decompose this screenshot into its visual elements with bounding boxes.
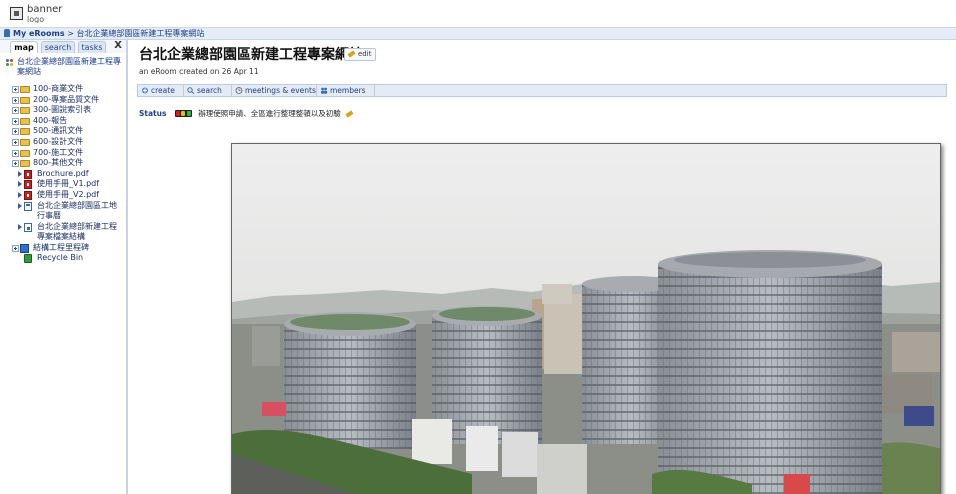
- status-label: Status: [139, 109, 167, 118]
- create-button[interactable]: create: [138, 85, 184, 96]
- tree-item[interactable]: 100-商業文件: [0, 84, 126, 95]
- members-button[interactable]: members: [317, 85, 375, 96]
- expand-icon[interactable]: [12, 138, 19, 146]
- document-icon: [24, 222, 32, 232]
- expand-icon[interactable]: [12, 128, 19, 136]
- main-content: 台北企業總部園區新建工程專案網站 edit an eRoom created o…: [130, 40, 956, 494]
- folder-tree: 100-商業文件 200-專案品質文件 300-圖說索引表 400-報告 500…: [0, 84, 126, 264]
- tree-item[interactable]: 800-其他文件: [0, 158, 126, 169]
- folder-icon: [20, 86, 30, 93]
- expand-icon[interactable]: [12, 149, 19, 157]
- pencil-icon[interactable]: [345, 110, 354, 118]
- status-text: 辦理使照申請、全區進行整理整頓以及初驗: [198, 109, 341, 118]
- page-subtitle: an eRoom created on 26 Apr 11: [139, 67, 259, 76]
- tree-item[interactable]: 使用手冊_V1.pdf: [0, 179, 126, 190]
- sidebar-tabs: map search tasks X: [0, 40, 126, 53]
- calendar-icon: [24, 201, 32, 211]
- recycle-bin-icon: [24, 254, 32, 264]
- pdf-file-icon: [24, 169, 32, 179]
- tab-tasks[interactable]: tasks: [78, 41, 106, 53]
- tree-item[interactable]: Brochure.pdf: [0, 169, 126, 180]
- tree-item[interactable]: 700-施工文件: [0, 148, 126, 159]
- expand-icon[interactable]: [12, 107, 19, 115]
- arrow-icon: [18, 170, 22, 177]
- tree-item[interactable]: 使用手冊_V2.pdf: [0, 190, 126, 201]
- folder-icon: [20, 160, 30, 168]
- expand-icon[interactable]: [12, 96, 19, 104]
- meetings-label: meetings & events: [245, 86, 316, 95]
- pdf-file-icon: [24, 190, 32, 200]
- search-icon: [187, 87, 195, 94]
- pdf-file-icon: [24, 180, 32, 190]
- breadcrumb-home-link[interactable]: My eRooms: [13, 29, 65, 38]
- project-plan-icon: [20, 243, 29, 253]
- sidebar: map search tasks X 台北企業總部園區新建工程專案網站 100-…: [0, 40, 128, 494]
- create-icon: [142, 87, 148, 94]
- banner-text-logo: logo: [27, 16, 45, 23]
- meetings-events-button[interactable]: meetings & events: [232, 85, 317, 96]
- breadcrumb-separator: >: [67, 29, 74, 38]
- tree-item[interactable]: 600-設計文件: [0, 137, 126, 148]
- tab-search[interactable]: search: [41, 41, 75, 53]
- clock-icon: [235, 87, 243, 94]
- banner-text: banner: [27, 4, 63, 15]
- page-title: 台北企業總部園區新建工程專案網站: [139, 47, 363, 63]
- expand-icon[interactable]: [12, 117, 19, 125]
- members-icon: [321, 87, 328, 94]
- tree-item[interactable]: 200-專案品質文件: [0, 95, 126, 106]
- edit-button[interactable]: edit: [344, 48, 377, 61]
- folder-icon: [20, 138, 30, 146]
- search-button[interactable]: search: [184, 85, 232, 96]
- tree-item[interactable]: 結構工程里程碑: [0, 243, 126, 254]
- project-photo-image: [232, 144, 940, 494]
- tree-root[interactable]: 台北企業總部園區新建工程專案網站: [0, 53, 126, 83]
- tree-item[interactable]: 500-通訊文件: [0, 126, 126, 137]
- folder-icon: [20, 96, 30, 104]
- breadcrumb: My eRooms > 台北企業總部園區新建工程專案網站: [0, 28, 956, 40]
- members-label: members: [330, 86, 366, 95]
- expand-icon[interactable]: [12, 244, 19, 252]
- breadcrumb-current[interactable]: 台北企業總部園區新建工程專案網站: [76, 29, 204, 38]
- banner: banner logo: [0, 0, 956, 28]
- tree-item[interactable]: 400-報告: [0, 116, 126, 127]
- eroom-home-icon: [4, 29, 10, 37]
- traffic-light-icon: [174, 110, 192, 117]
- arrow-icon: [18, 223, 22, 230]
- tree-item[interactable]: 台北企業總部園區工地行事曆: [0, 201, 126, 222]
- folder-icon: [20, 128, 30, 136]
- project-photo: [231, 143, 941, 494]
- expand-icon[interactable]: [12, 86, 19, 93]
- folder-icon: [20, 149, 30, 157]
- arrow-icon: [18, 191, 22, 198]
- status-line: Status 辦理使照申請、全區進行整理整頓以及初驗: [139, 108, 354, 119]
- tree-item[interactable]: 300-圖說索引表: [0, 105, 126, 116]
- create-label: create: [151, 86, 175, 95]
- arrow-icon: [18, 202, 22, 209]
- title-row: 台北企業總部園區新建工程專案網站 edit: [139, 47, 377, 65]
- expand-icon[interactable]: [12, 160, 19, 168]
- pencil-icon: [347, 50, 356, 58]
- tree-root-label: 台北企業總部園區新建工程專案網站: [17, 57, 121, 76]
- close-icon[interactable]: X: [114, 40, 122, 52]
- folder-icon: [20, 117, 30, 125]
- eroom-root-icon: [6, 59, 14, 68]
- toolbar: create search meetings & events members: [137, 84, 947, 97]
- folder-icon: [20, 107, 30, 115]
- arrow-icon: [18, 181, 22, 188]
- tab-map[interactable]: map: [10, 41, 38, 53]
- tree-item[interactable]: Recycle Bin: [0, 253, 126, 264]
- tree-item[interactable]: 台北企業總部新建工程專案檔案結構: [0, 222, 126, 243]
- banner-logo-icon: [10, 7, 23, 20]
- edit-label: edit: [358, 50, 372, 58]
- search-label: search: [197, 86, 222, 95]
